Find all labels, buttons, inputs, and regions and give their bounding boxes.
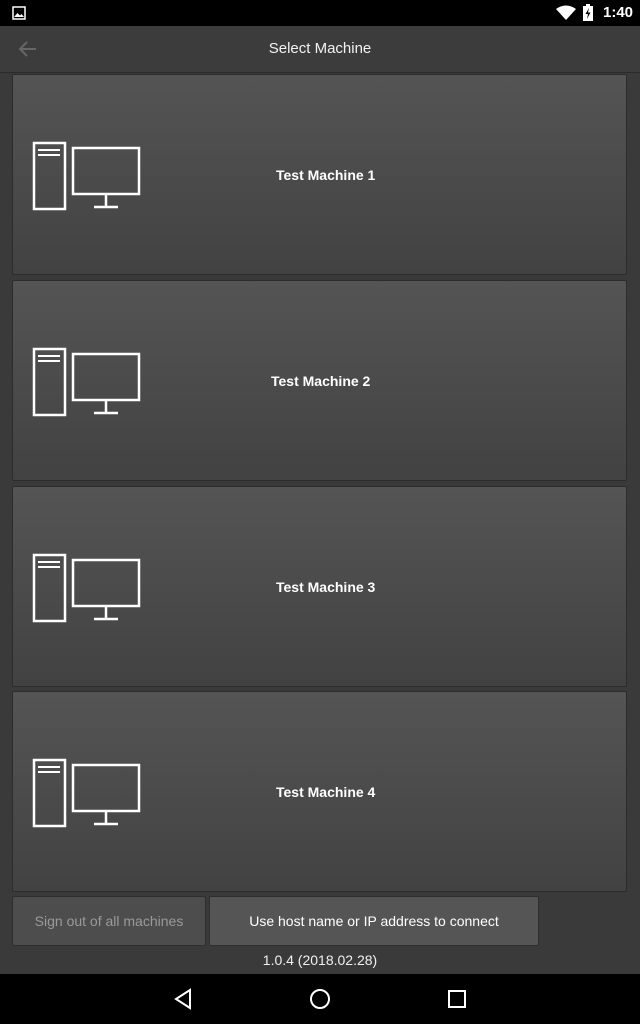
use-host-name-button[interactable]: Use host name or IP address to connect <box>209 896 539 946</box>
machine-card-2[interactable]: Test Machine 2 <box>12 280 627 481</box>
version-label: 1.0.4 (2018.02.28) <box>262 952 378 968</box>
page-title: Select Machine <box>268 40 372 57</box>
status-time: 1:40 <box>603 4 634 21</box>
app-bar: Select Machine <box>0 26 640 73</box>
desktop-computer-icon <box>32 347 141 417</box>
machine-name: Test Machine 1 <box>276 167 376 183</box>
machine-card-3[interactable]: Test Machine 3 <box>12 486 627 687</box>
nav-back-icon[interactable] <box>172 987 194 1011</box>
nav-home-icon[interactable] <box>308 987 332 1011</box>
sign-out-all-button[interactable]: Sign out of all machines <box>12 896 206 946</box>
machine-name: Test Machine 2 <box>271 373 371 389</box>
navigation-bar <box>0 974 640 1024</box>
desktop-computer-icon <box>32 758 141 828</box>
wifi-icon <box>556 5 576 20</box>
machine-name: Test Machine 3 <box>276 579 376 595</box>
desktop-computer-icon <box>32 553 141 623</box>
battery-charging-icon <box>583 4 593 21</box>
desktop-computer-icon <box>32 141 141 211</box>
machine-name: Test Machine 4 <box>276 784 376 800</box>
nav-recents-icon[interactable] <box>446 987 468 1011</box>
machine-card-1[interactable]: Test Machine 1 <box>12 74 627 275</box>
machine-card-4[interactable]: Test Machine 4 <box>12 691 627 892</box>
image-notification-icon <box>12 6 26 20</box>
status-bar: 1:40 <box>0 0 640 26</box>
